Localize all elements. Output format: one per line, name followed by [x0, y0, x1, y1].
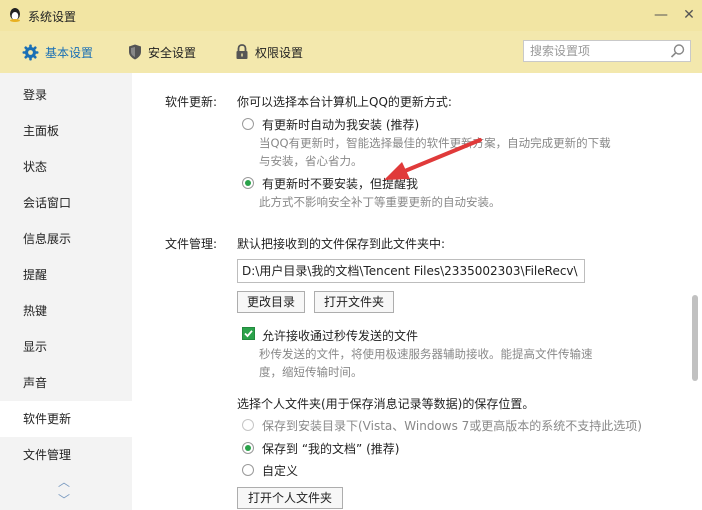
open-folder-button[interactable]: 打开文件夹 — [314, 291, 394, 313]
software-update-label: 软件更新: — [165, 95, 218, 109]
tab-label: 安全设置 — [148, 45, 197, 60]
tab-basic-settings[interactable]: 基本设置 — [22, 41, 93, 63]
sidebar-item-reminder[interactable]: 提醒 — [0, 257, 132, 293]
change-directory-button[interactable]: 更改目录 — [237, 291, 305, 313]
qq-penguin-icon — [10, 8, 20, 22]
gear-icon — [22, 44, 39, 60]
title-bar: 系统设置 — ✕ — [0, 0, 702, 32]
radio-save-install-dir — [242, 419, 254, 431]
radio-auto-install[interactable] — [242, 118, 254, 130]
desc-line: 秒传发送的文件，将使用极速服务器辅助接收。能提高文件传输速 — [259, 347, 593, 361]
open-personal-folder-button[interactable]: 打开个人文件夹 — [237, 487, 343, 509]
allow-flash-transfer-checkbox[interactable] — [242, 327, 255, 340]
option-custom-label[interactable]: 自定义 — [262, 462, 298, 479]
option-save-install-dir-label: 保存到安装目录下(Vista、Windows 7或更高版本的系统不支持此选项) — [262, 419, 642, 433]
radio-notify-only[interactable] — [242, 177, 254, 189]
sidebar-item-software-update[interactable]: 软件更新 — [0, 401, 132, 437]
sidebar: 登录 主面板 状态 会话窗口 信息展示 提醒 热键 显示 声音 软件更新 文件管… — [0, 73, 132, 510]
sidebar-item-login[interactable]: 登录 — [0, 77, 132, 113]
option-save-my-documents-label[interactable]: 保存到 “我的文档” (推荐) — [262, 440, 399, 457]
tab-label: 权限设置 — [255, 45, 304, 60]
sidebar-item-file-management[interactable]: 文件管理 — [0, 437, 132, 473]
sidebar-scroll-down-icon[interactable]: ﹀ — [58, 491, 70, 508]
window-title: 系统设置 — [28, 10, 77, 24]
search-input[interactable] — [524, 41, 676, 61]
personal-folder-intro: 选择个人文件夹(用于保存消息记录等数据)的保存位置。 — [237, 397, 535, 411]
search-icon[interactable] — [670, 43, 686, 59]
lock-icon — [236, 44, 248, 59]
sidebar-scroll-up-icon[interactable]: ︿ — [58, 473, 70, 490]
allow-flash-transfer-label[interactable]: 允许接收通过秒传发送的文件 — [262, 327, 418, 344]
close-button[interactable]: ✕ — [680, 6, 698, 24]
minimize-button[interactable]: — — [652, 6, 670, 24]
sidebar-item-main-panel[interactable]: 主面板 — [0, 113, 132, 149]
option-notify-only-desc: 此方式不影响安全补丁等重要更新的自动安装。 — [259, 195, 501, 209]
sidebar-item-hotkeys[interactable]: 热键 — [0, 293, 132, 329]
annotation-arrow-icon — [384, 138, 482, 180]
search-box — [523, 40, 691, 62]
allow-flash-transfer-desc: 秒传发送的文件，将使用极速服务器辅助接收。能提高文件传输速 度，缩短传输时间。 — [259, 345, 593, 381]
file-management-label: 文件管理: — [165, 237, 218, 251]
tab-permission-settings[interactable]: 权限设置 — [235, 41, 303, 63]
sidebar-item-chat-window[interactable]: 会话窗口 — [0, 185, 132, 221]
tab-security-settings[interactable]: 安全设置 — [128, 41, 196, 63]
receive-path-field[interactable]: D:\用户目录\我的文档\Tencent Files\2335002303\Fi… — [237, 259, 585, 283]
sidebar-item-info-display[interactable]: 信息展示 — [0, 221, 132, 257]
sidebar-item-display[interactable]: 显示 — [0, 329, 132, 365]
content-scrollbar[interactable] — [692, 295, 698, 381]
file-management-intro: 默认把接收到的文件保存到此文件夹中: — [237, 237, 446, 251]
software-update-intro: 你可以选择本台计算机上QQ的更新方式: — [237, 95, 452, 109]
sidebar-item-sound[interactable]: 声音 — [0, 365, 132, 401]
radio-custom[interactable] — [242, 464, 254, 476]
desc-line: 度，缩短传输时间。 — [259, 365, 363, 379]
sidebar-item-status[interactable]: 状态 — [0, 149, 132, 185]
shield-icon — [129, 44, 141, 60]
option-auto-install-label[interactable]: 有更新时自动为我安装 (推荐) — [262, 116, 419, 133]
radio-save-my-documents[interactable] — [242, 442, 254, 454]
tab-label: 基本设置 — [45, 45, 94, 60]
